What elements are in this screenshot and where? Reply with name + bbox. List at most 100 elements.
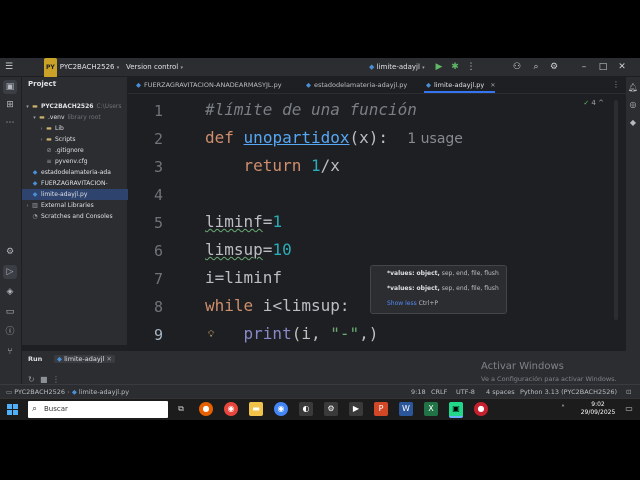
code-text: (i, — [291, 324, 331, 343]
settings-icon[interactable]: ⚙ — [548, 58, 560, 76]
tree-row[interactable]: › ▥ External Libraries — [22, 200, 129, 211]
run-tool-icon[interactable]: ▷ — [3, 265, 17, 279]
excel-icon[interactable]: X — [424, 402, 438, 416]
more-tools-icon[interactable]: ⋯ — [3, 116, 17, 130]
show-less-link[interactable]: Show less — [387, 300, 417, 307]
more-actions-icon[interactable]: ⋮ — [52, 375, 60, 384]
line-number: 7 — [153, 270, 163, 288]
edge-icon[interactable]: ◐ — [299, 402, 313, 416]
run-config-label: limite-adayjl — [376, 63, 420, 71]
python-file-icon: ◆ — [136, 81, 141, 89]
powerpoint-icon[interactable]: P — [374, 402, 388, 416]
notification-center-icon[interactable]: ▭ — [622, 402, 636, 416]
string-literal: "-" — [330, 324, 360, 343]
firefox-icon[interactable]: ● — [199, 402, 213, 416]
account-icon[interactable]: ⚇ — [511, 58, 523, 76]
problems-icon[interactable]: ⓘ — [3, 325, 17, 339]
line-number: 1 — [153, 102, 163, 120]
windows-taskbar: ⌕ Buscar ⧉ ● ◉ ▬ ◉ ◐ ⚙ ▶ P W X ▣ ● ˄ 9:0… — [0, 398, 640, 420]
python-interpreter[interactable]: Python 3.13 (PYC2BACH2526) — [520, 385, 617, 399]
main-menu-icon[interactable]: ☰ — [3, 58, 15, 76]
chevron-down-icon: ▾ — [422, 65, 425, 71]
tree-row-selected[interactable]: ◆ limite-adayjl.py — [22, 189, 136, 200]
word-icon[interactable]: W — [399, 402, 413, 416]
chevron-up-icon: ^ — [598, 99, 604, 107]
version-control-menu[interactable]: Version control ▾ — [126, 58, 183, 76]
more-tabs-icon[interactable]: ⋮ — [612, 77, 620, 93]
tree-row[interactable]: › ▬ Lib — [22, 123, 143, 134]
line-number: 8 — [153, 298, 163, 316]
tab-limite-adayjl[interactable]: ◆ limite-adayjl.py ✕ — [424, 77, 496, 93]
tab-fuerzagravitacion[interactable]: ◆ FUERZAGRAVITACION-ANADEARMASYJL.py — [134, 77, 282, 93]
run-config-tab[interactable]: ◆ limite-adayjl ✕ — [54, 355, 115, 363]
tree-row-label: .gitignore — [55, 147, 84, 154]
file-encoding[interactable]: UTF-8 — [456, 385, 475, 399]
structure-tool-icon[interactable]: ⊞ — [3, 98, 17, 112]
maximize-icon[interactable]: □ — [597, 58, 609, 76]
tree-row[interactable]: ▾ ▬ PYC2BACH2526 C:\Users — [22, 101, 129, 112]
tree-row[interactable]: ◔ Scratches and Consoles — [22, 211, 136, 222]
taskbar-clock[interactable]: 9:02 29/09/2025 — [580, 401, 616, 417]
tree-row-label: FUERZAGRAVITACION- — [41, 180, 108, 187]
param-signature-2[interactable]: *values: object, sep, end, file, flush — [387, 285, 499, 292]
chrome-icon[interactable]: ◉ — [224, 402, 238, 416]
indent-setting[interactable]: 4 spaces — [486, 385, 515, 399]
python-console-icon[interactable]: ◆ — [627, 117, 639, 129]
tree-row-label: pyvenv.cfg — [55, 158, 88, 165]
close-icon[interactable]: ✕ — [106, 355, 111, 363]
tree-row[interactable]: ▾ ▬ .venv library root — [22, 112, 136, 123]
lock-icon[interactable]: ⊡ — [626, 385, 631, 399]
pycharm-icon[interactable]: ▣ — [449, 402, 463, 418]
stop-icon[interactable]: ■ — [40, 375, 48, 384]
line-number: 6 — [153, 242, 163, 260]
tree-row-label: estadodelamateria-ada — [41, 169, 111, 176]
breadcrumb-file[interactable]: limite-adayjl.py — [79, 388, 129, 396]
line-separator[interactable]: CRLF — [431, 385, 447, 399]
media-player-icon[interactable]: ▶ — [349, 402, 363, 416]
tree-row[interactable]: › ▬ Scripts — [22, 134, 143, 145]
param-signature-1[interactable]: *values: object, sep, end, file, flush — [387, 270, 499, 277]
breadcrumb[interactable]: ▭ PYC2BACH2526 › ◆ limite-adayjl.py — [6, 385, 129, 399]
close-tab-icon[interactable]: ✕ — [490, 82, 495, 89]
cursor-position[interactable]: 9:18 — [411, 385, 426, 399]
notifications-icon[interactable]: 🔔︎ — [627, 82, 639, 94]
git-icon[interactable]: ⑂ — [3, 345, 17, 359]
settings-app-icon[interactable]: ⚙ — [324, 402, 338, 416]
tree-row[interactable]: ◆ estadodelamateria-ada — [22, 167, 136, 178]
layers-icon[interactable]: ◈ — [3, 285, 17, 299]
breadcrumb-project[interactable]: PYC2BACH2526 — [14, 388, 65, 396]
inspections-widget[interactable]: ✓ 4 ^ — [583, 99, 604, 107]
tree-row-label: External Libraries — [41, 202, 94, 209]
task-view-icon[interactable]: ⧉ — [174, 402, 188, 416]
usage-hint[interactable]: 1 usage — [407, 131, 463, 147]
tree-row-label: .venv — [48, 114, 65, 121]
taskbar-search[interactable]: ⌕ Buscar — [28, 401, 168, 418]
shortcut-hint: Ctrl+P — [418, 300, 438, 307]
editor-scrollbar[interactable] — [614, 100, 618, 320]
project-switcher[interactable]: PY PYC2BACH2526 ▾ — [44, 58, 120, 78]
minimize-icon[interactable]: – — [578, 58, 590, 76]
tree-row-label: Scratches and Consoles — [41, 213, 113, 220]
ai-assistant-icon[interactable]: ◎ — [627, 99, 639, 111]
recorder-icon[interactable]: ● — [474, 402, 488, 416]
chevron-down-icon: ▾ — [116, 65, 120, 71]
rerun-icon[interactable]: ↻ — [28, 375, 35, 384]
more-actions-icon[interactable]: ⋮ — [465, 58, 477, 76]
terminal-icon[interactable]: ▭ — [3, 305, 17, 319]
keyword-def: def — [205, 128, 234, 147]
run-icon[interactable]: ▶ — [433, 58, 445, 76]
chevron-down-icon[interactable]: ▾ — [54, 80, 57, 86]
debug-icon[interactable]: ✱ — [449, 58, 461, 76]
system-tray-icon[interactable]: ˄ — [556, 402, 570, 416]
chrome-profile-icon[interactable]: ◉ — [274, 402, 288, 416]
python-packages-icon[interactable]: ⚙ — [3, 245, 17, 259]
file-explorer-icon[interactable]: ▬ — [249, 402, 263, 416]
windows-start-icon[interactable] — [7, 404, 19, 416]
search-icon[interactable]: ⌕ — [530, 58, 542, 76]
project-tool-icon[interactable]: ▣ — [3, 80, 17, 94]
close-icon[interactable]: ✕ — [616, 58, 628, 76]
code-line-9: print(i, "-",) — [205, 324, 379, 343]
tree-row[interactable]: ◆ FUERZAGRAVITACION- — [22, 178, 136, 189]
tab-estadodelamateria[interactable]: ◆ estadodelamateria-adayjl.py — [304, 77, 407, 93]
run-config-selector[interactable]: ◆ limite-adayjl ▾ — [369, 58, 425, 76]
